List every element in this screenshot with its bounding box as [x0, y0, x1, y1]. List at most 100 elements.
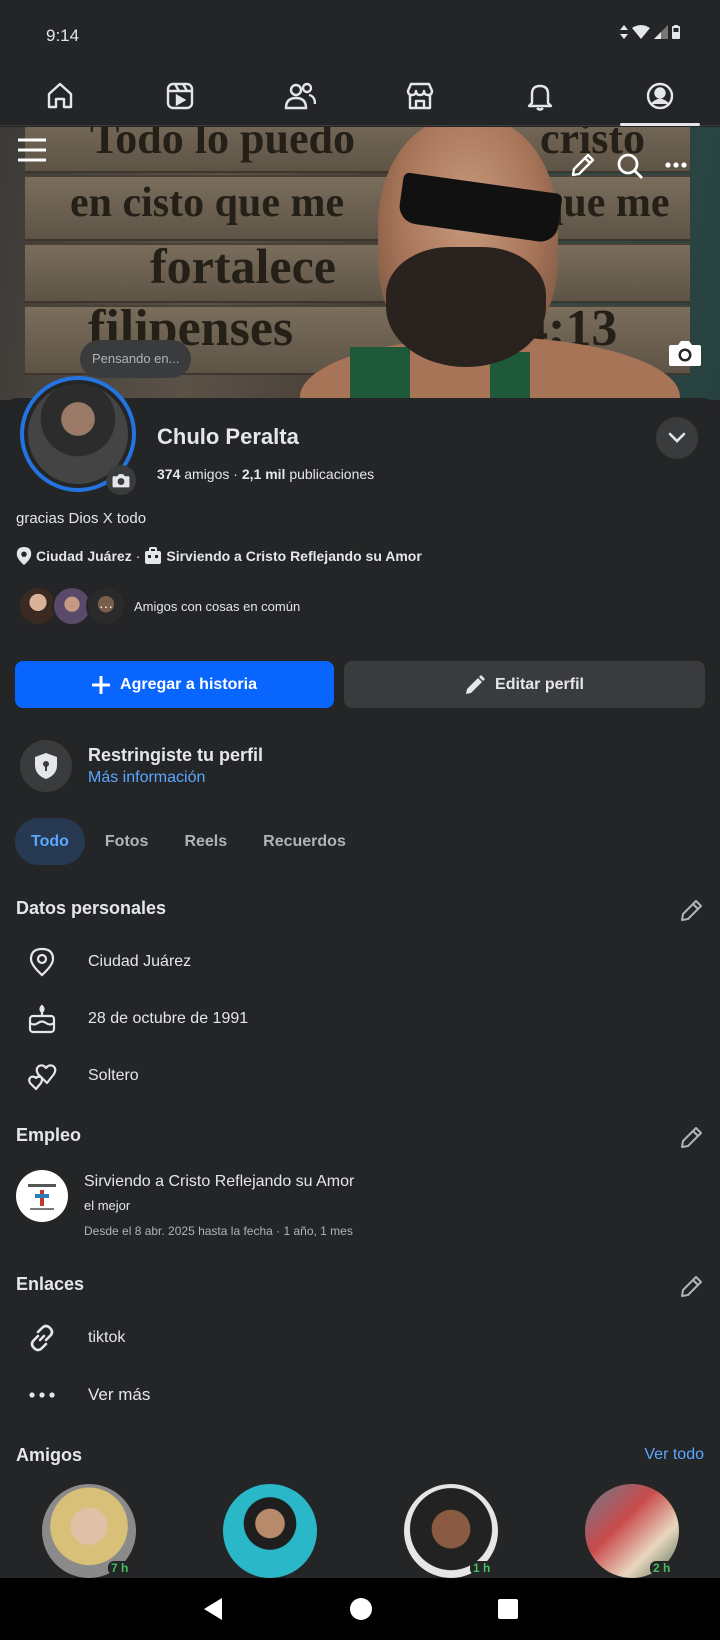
cover-text: Todo lo puedo: [90, 127, 355, 163]
tab-home[interactable]: [0, 66, 120, 125]
friend-active-time: 7 h: [108, 1561, 132, 1575]
pencil-icon: [466, 674, 486, 694]
cake-icon: [28, 1004, 56, 1034]
add-story-label: Agregar a historia: [120, 675, 257, 693]
profile-location: Ciudad Juárez: [36, 548, 132, 564]
restricted-profile-notice[interactable]: Restringiste tu perfil Más información: [20, 740, 263, 792]
edit-employment-icon[interactable]: [680, 1125, 704, 1149]
personal-details-title: Datos personales: [16, 898, 167, 918]
cover-text: fortalece: [150, 238, 336, 294]
friend-avatar[interactable]: [223, 1484, 317, 1578]
menu-icon[interactable]: [18, 138, 46, 162]
more-mutual-icon: ···: [86, 586, 126, 626]
posts-label: publicaciones: [289, 466, 375, 482]
cover-plank: [25, 243, 690, 303]
tab-profile[interactable]: [600, 66, 720, 126]
bell-icon: [527, 84, 553, 111]
cover-camera-icon[interactable]: [668, 339, 702, 367]
profile-switch-button[interactable]: [656, 417, 698, 459]
top-navigation: [0, 66, 720, 126]
cross-logo-icon: [28, 1184, 56, 1210]
cover-figure: [350, 347, 410, 400]
profile-stats: 374 amigos · 2,1 mil publicaciones: [157, 466, 374, 482]
friends-title: Amigos: [16, 1445, 83, 1465]
job-company[interactable]: Sirviendo a Cristo Reflejando su Amor: [84, 1173, 354, 1191]
see-more-row[interactable]: Ver más: [26, 1379, 150, 1411]
status-time: 9:14: [46, 26, 80, 45]
plus-icon: [92, 675, 111, 694]
tab-marketplace[interactable]: [360, 66, 480, 125]
edit-profile-label: Editar perfil: [495, 675, 584, 693]
more-dots-icon: [29, 1392, 55, 1398]
mutual-friends-text: Amigos con cosas en común: [134, 598, 301, 614]
profile-tabs: Todo Fotos Reels Recuerdos: [15, 818, 362, 865]
posts-count: 2,1 mil: [241, 466, 286, 482]
friends-icon: [284, 82, 316, 109]
location-row: Ciudad Juárez: [26, 946, 191, 978]
tab-reels[interactable]: [120, 66, 240, 125]
camera-icon: [112, 473, 130, 487]
store-icon: [406, 82, 434, 109]
more-info-link[interactable]: Más información: [88, 769, 263, 787]
see-all-friends-link[interactable]: Ver todo: [644, 1446, 704, 1464]
home-icon: [47, 82, 73, 108]
signal-icon: [654, 25, 668, 39]
edit-links-icon[interactable]: [680, 1274, 704, 1298]
job-dates: Desde el 8 abr. 2025 hasta la fecha · 1 …: [84, 1224, 353, 1238]
thinking-bubble[interactable]: Pensando en...: [80, 340, 192, 378]
edit-profile-button[interactable]: Editar perfil: [344, 661, 705, 708]
profile-name: Chulo Peralta: [157, 424, 299, 449]
employment-title: Empleo: [16, 1125, 82, 1145]
hearts-icon: [28, 1064, 57, 1091]
profile-details: Ciudad Juárez · Sirviendo a Cristo Refle…: [16, 547, 422, 565]
friend-active-time: 1 h: [470, 1561, 494, 1575]
separator-dot: ·: [233, 466, 242, 482]
job-position: el mejor: [84, 1198, 131, 1213]
link-icon: [30, 1324, 54, 1352]
shield-lock-icon: [35, 753, 57, 779]
birthday-row: 28 de octubre de 1991: [26, 1003, 248, 1035]
relationship-row: Soltero: [26, 1060, 139, 1092]
briefcase-icon: [145, 547, 162, 564]
company-logo[interactable]: [16, 1170, 68, 1222]
restrict-title: Restringiste tu perfil: [88, 745, 264, 765]
back-icon[interactable]: [202, 1597, 224, 1621]
tiktok-link-text: tiktok: [88, 1329, 126, 1346]
tiktok-link-row[interactable]: tiktok: [26, 1322, 125, 1354]
separator-dot: ·: [135, 548, 141, 564]
cover-text: en cisto que me: [70, 180, 345, 226]
recents-icon[interactable]: [497, 1599, 518, 1619]
tab-memories[interactable]: Recuerdos: [247, 818, 362, 865]
profile-icon: [646, 82, 674, 109]
birthday-text: 28 de octubre de 1991: [88, 1010, 249, 1027]
tab-reels-content[interactable]: Reels: [168, 818, 243, 865]
see-more-text: Ver más: [88, 1385, 151, 1404]
edit-personal-icon[interactable]: [680, 898, 704, 922]
location-pin-icon: [29, 947, 55, 977]
tab-all[interactable]: Todo: [15, 818, 85, 865]
tab-friends[interactable]: [240, 66, 360, 125]
data-arrows-icon: [620, 25, 628, 39]
home-button-icon[interactable]: [349, 1597, 373, 1621]
cover-figure: [386, 247, 546, 367]
tab-notifications[interactable]: [480, 66, 600, 125]
wifi-icon: [632, 25, 650, 39]
system-navigation-bar: [0, 1578, 720, 1640]
search-icon[interactable]: [616, 152, 644, 180]
video-icon: [166, 82, 194, 109]
status-icons: [620, 25, 680, 39]
more-options-icon[interactable]: [665, 162, 687, 168]
mutual-friends[interactable]: ··· Amigos con cosas en común: [18, 586, 300, 626]
friends-count: 374: [157, 466, 181, 482]
tab-photos[interactable]: Fotos: [89, 818, 165, 865]
edit-icon[interactable]: [570, 152, 596, 178]
add-story-button[interactable]: Agregar a historia: [15, 661, 334, 708]
relationship-text: Soltero: [88, 1067, 139, 1084]
location-pin-icon: [16, 547, 32, 565]
status-bar: 9:14: [0, 0, 720, 66]
chevron-down-icon: [668, 432, 686, 443]
links-title: Enlaces: [16, 1274, 85, 1294]
battery-icon: [672, 25, 680, 39]
avatar-camera-button[interactable]: [106, 465, 136, 495]
profile-workplace: Sirviendo a Cristo Reflejando su Amor: [166, 548, 422, 564]
